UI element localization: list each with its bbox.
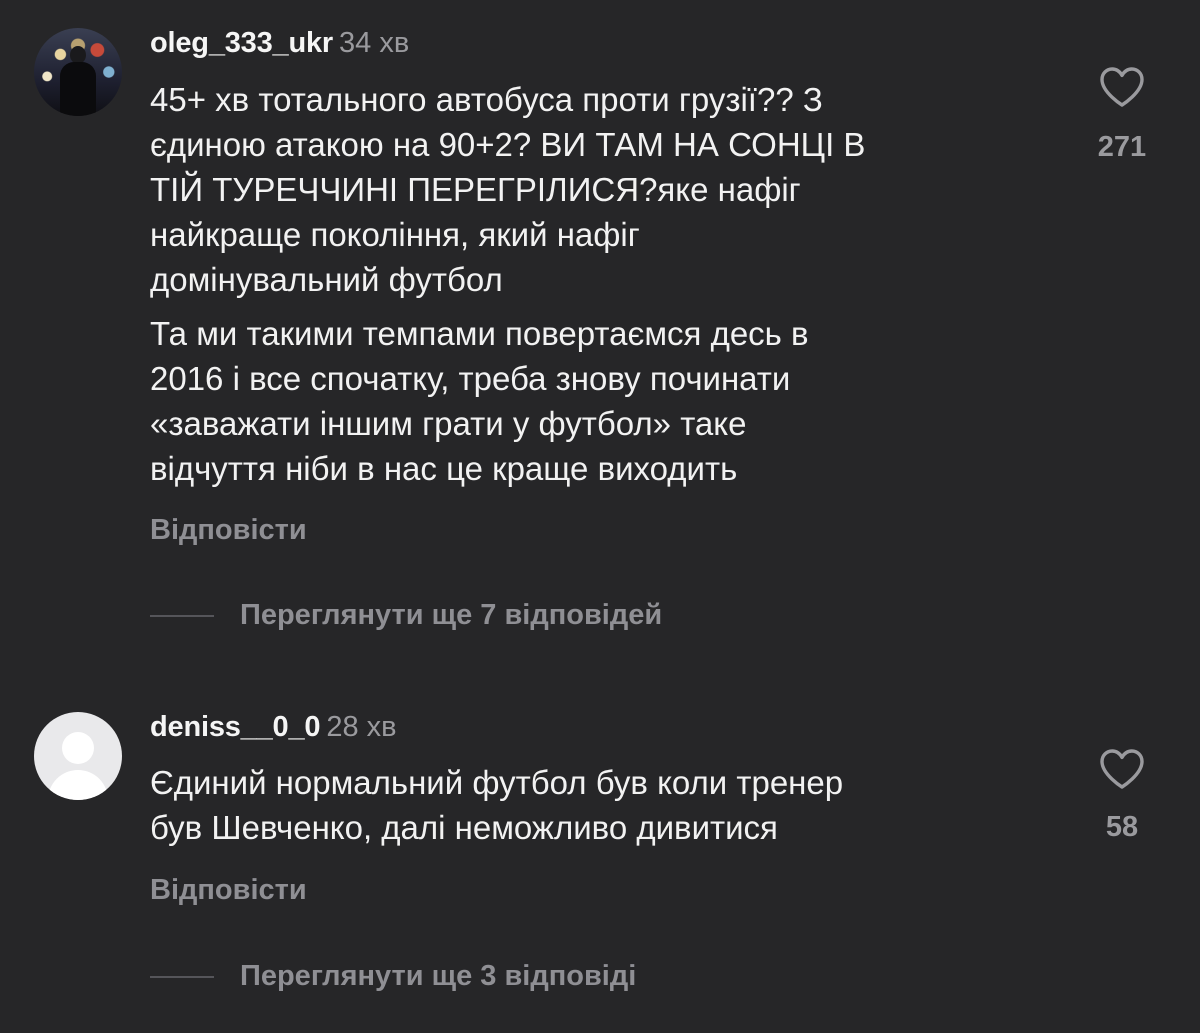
- comments-screen: oleg_333_ukr 34 хв 45+ хв тотального авто…: [0, 0, 1200, 1033]
- comment-text-line: був Шевченко, далі неможливо дивитися: [150, 809, 778, 846]
- reply-button[interactable]: Відповісти: [150, 873, 307, 907]
- comment-text-line: «заважати іншим грати у футбол» таке: [150, 405, 747, 442]
- like-count: 271: [1097, 131, 1147, 163]
- comment-text-line: єдиною атакою на 90+2? ВИ ТАМ НА СОНЦІ В: [150, 126, 866, 163]
- replies-divider: [150, 976, 214, 978]
- like-button[interactable]: 271: [1080, 66, 1164, 164]
- comment-text-line: Єдиний нормальний футбол був коли тренер: [150, 764, 844, 801]
- comment-text-line: 45+ хв тотального автобуса проти грузії?…: [150, 81, 823, 118]
- timestamp: 28 хв: [326, 711, 397, 743]
- comment-text-line: відчуття ніби в нас це краще виходить: [150, 450, 738, 487]
- heart-outline-icon[interactable]: [1099, 748, 1145, 790]
- replies-divider: [150, 615, 214, 617]
- comment-text-paragraph: 45+ хв тотального автобуса проти грузії?…: [150, 77, 1050, 302]
- comment-item: oleg_333_ukr 34 хв 45+ хв тотального авто…: [0, 0, 1200, 680]
- heart-outline-icon[interactable]: [1099, 66, 1145, 108]
- comment-text-line: домінувальний футбол: [150, 261, 503, 298]
- comment-text-line: Та ми такими темпами повертаємся десь в: [150, 315, 809, 352]
- comment-item: deniss__0_0 28 хв Єдиний нормальний футбо…: [0, 680, 1200, 1033]
- like-count: 58: [1105, 811, 1139, 843]
- comment-text-paragraph: Та ми такими темпами повертаємся десь в …: [150, 311, 1050, 491]
- username[interactable]: deniss__0_0: [150, 711, 321, 743]
- username[interactable]: oleg_333_ukr: [150, 27, 333, 59]
- default-avatar-shoulders: [48, 770, 108, 800]
- comment-text-paragraph: Єдиний нормальний футбол був коли тренер…: [150, 760, 1050, 850]
- comment-text-line: ТІЙ ТУРЕЧЧИНІ ПЕРЕГРІЛИСЯ?яке нафіг: [150, 171, 801, 208]
- like-button[interactable]: 58: [1080, 748, 1164, 844]
- timestamp: 34 хв: [339, 27, 410, 59]
- avatar[interactable]: [34, 28, 122, 116]
- view-replies-label: Переглянути ще 3 відповіді: [240, 960, 637, 992]
- view-replies-label: Переглянути ще 7 відповідей: [240, 599, 663, 631]
- avatar[interactable]: [34, 712, 122, 800]
- comment-meta: deniss__0_0 28 хв: [150, 710, 397, 744]
- comment-text-line: найкраще покоління, який нафіг: [150, 216, 640, 253]
- reply-button[interactable]: Відповісти: [150, 513, 307, 547]
- comment-meta: oleg_333_ukr 34 хв: [150, 26, 409, 60]
- comment-text-line: 2016 і все спочатку, треба знову починат…: [150, 360, 791, 397]
- default-avatar-head: [62, 732, 94, 764]
- avatar-person-silhouette: [60, 46, 96, 116]
